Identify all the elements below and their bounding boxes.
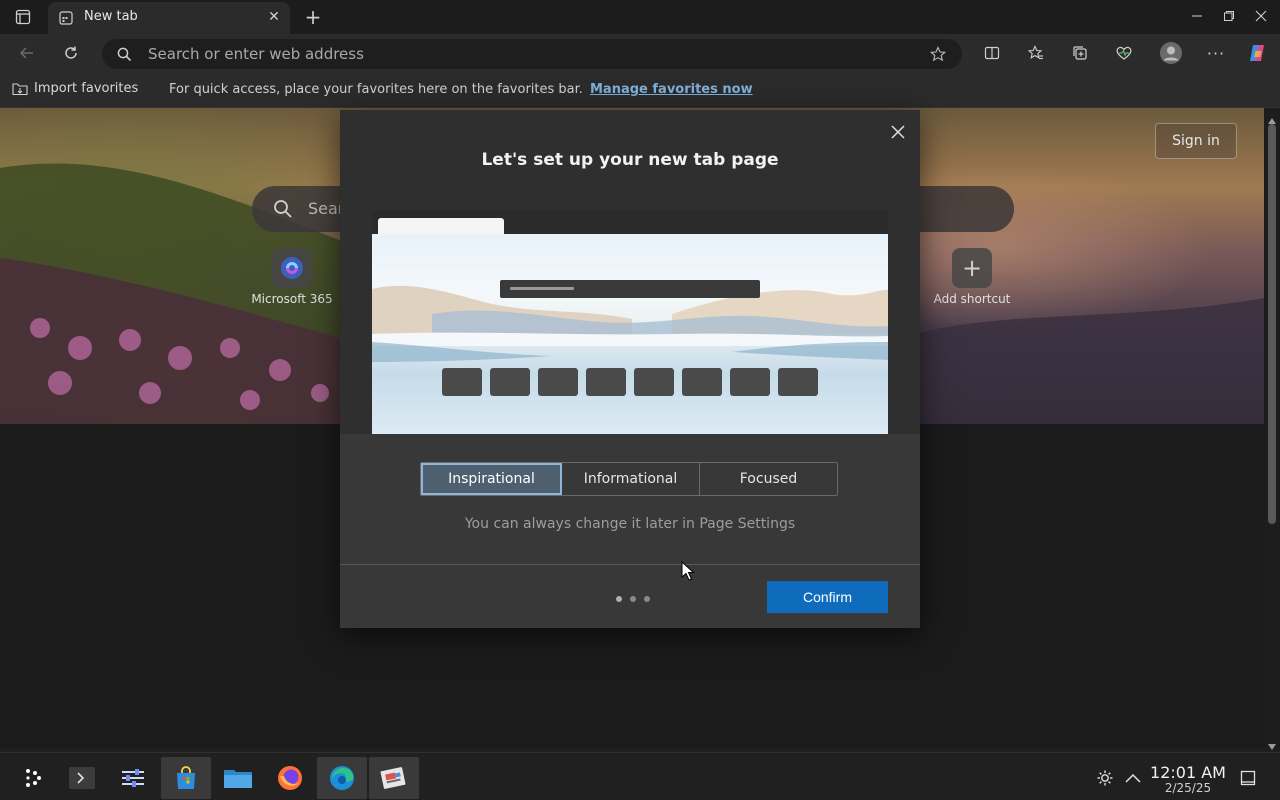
preview-shortcut-tile	[682, 368, 722, 396]
navigation-toolbar: ···	[0, 34, 1280, 72]
favorite-star-icon[interactable]	[928, 45, 948, 63]
dialog-title: Let's set up your new tab page	[481, 150, 779, 170]
preview-landscape-art	[372, 285, 888, 362]
search-icon	[116, 46, 132, 62]
newtab-favicon-icon	[58, 10, 74, 26]
edge-icon[interactable]	[317, 757, 367, 799]
settings-icon[interactable]	[108, 757, 158, 799]
tray-expand-icon[interactable]	[1124, 769, 1142, 787]
preview-shortcut-tile	[634, 368, 674, 396]
firefox-icon[interactable]	[265, 757, 315, 799]
step-dot	[644, 596, 650, 602]
layout-preview	[372, 210, 888, 434]
minimize-icon[interactable]	[1188, 6, 1206, 26]
step-indicator	[616, 596, 650, 602]
dialog-close-icon[interactable]	[888, 122, 908, 142]
preview-search-box	[500, 280, 760, 298]
option-focused[interactable]: Focused	[700, 463, 837, 495]
preview-shortcut-tile	[586, 368, 626, 396]
import-favorites-icon	[12, 82, 28, 95]
scroll-thumb[interactable]	[1268, 124, 1276, 524]
split-screen-icon[interactable]	[982, 43, 1002, 63]
settings-hint: You can always change it later in Page S…	[464, 516, 796, 532]
store-icon[interactable]	[161, 757, 211, 799]
more-options-icon[interactable]: ···	[1206, 43, 1226, 63]
back-icon[interactable]	[16, 43, 38, 63]
preview-tab	[378, 218, 504, 234]
show-desktop-icon[interactable]	[1238, 769, 1258, 787]
scroll-up-icon[interactable]	[1267, 110, 1277, 124]
confirm-button[interactable]: Confirm	[767, 581, 888, 613]
file-manager-icon[interactable]	[213, 757, 263, 799]
import-favorites-label: Import favorites	[34, 81, 139, 96]
preview-search-text-line	[510, 287, 574, 290]
plus-icon: +	[952, 248, 992, 288]
collections-icon[interactable]	[1070, 43, 1090, 63]
web-search-icon	[272, 198, 294, 220]
tab-title: New tab	[84, 9, 138, 24]
new-tab-setup-dialog: Let's set up your new tab page Inspirati…	[340, 110, 920, 628]
preview-shortcut-tile	[490, 368, 530, 396]
clock-time[interactable]: 12:01 AM	[1150, 763, 1226, 782]
preview-shortcut-tile	[778, 368, 818, 396]
favorites-bar: Import favorites For quick access, place…	[0, 72, 1280, 108]
tab-actions-icon[interactable]	[12, 7, 34, 27]
layout-option-group: Inspirational Informational Focused	[420, 462, 838, 496]
scroll-down-icon[interactable]	[1267, 736, 1277, 750]
new-tab-button[interactable]: +	[302, 5, 324, 29]
preview-landscape	[372, 234, 888, 434]
shortcut-label: Microsoft 365	[251, 292, 333, 306]
address-bar[interactable]	[102, 39, 962, 69]
favorites-icon[interactable]	[1026, 43, 1046, 63]
step-dot	[616, 596, 622, 602]
address-input[interactable]	[148, 43, 908, 65]
page-scrollbar[interactable]	[1264, 108, 1280, 750]
shortcut-label: Add shortcut	[933, 292, 1011, 306]
tab-close-icon[interactable]: ✕	[266, 9, 282, 25]
sign-in-button[interactable]: Sign in	[1155, 123, 1237, 159]
taskbar: 12:01 AM 2/25/25	[0, 752, 1280, 800]
restore-icon[interactable]	[1220, 6, 1238, 26]
mouse-cursor-icon	[681, 560, 695, 581]
option-inspirational[interactable]: Inspirational	[421, 463, 562, 495]
tab-new-tab[interactable]: New tab ✕	[48, 2, 290, 34]
start-icon[interactable]	[8, 757, 58, 799]
preview-shortcut-tile	[730, 368, 770, 396]
clock-date[interactable]: 2/25/25	[1150, 781, 1226, 795]
profile-avatar-icon[interactable]	[1158, 40, 1184, 66]
copilot-icon[interactable]	[1246, 42, 1268, 64]
browser-essentials-icon[interactable]	[1114, 43, 1134, 63]
preview-shortcut-tile	[442, 368, 482, 396]
refresh-icon[interactable]	[60, 43, 82, 63]
title-bar: New tab ✕ +	[0, 0, 1280, 34]
brightness-icon[interactable]	[1096, 769, 1114, 787]
dialog-divider	[340, 564, 920, 565]
favorites-bar-message: For quick access, place your favorites h…	[169, 82, 583, 97]
manage-favorites-link[interactable]: Manage favorites now	[590, 82, 753, 97]
dialog-options-area: Inspirational Informational Focused You …	[340, 434, 920, 628]
preview-tab-strip	[372, 210, 888, 234]
import-favorites-button[interactable]: Import favorites	[12, 81, 138, 96]
step-dot	[630, 596, 636, 602]
option-informational[interactable]: Informational	[562, 463, 700, 495]
add-shortcut-button[interactable]: + Add shortcut	[922, 248, 1022, 308]
close-window-icon[interactable]	[1252, 6, 1270, 26]
web-search-placeholder: Sear	[308, 199, 345, 218]
preview-shortcut-tile	[538, 368, 578, 396]
app-icon[interactable]	[369, 757, 419, 799]
microsoft-365-icon	[272, 248, 312, 288]
shortcut-microsoft-365[interactable]: Microsoft 365	[242, 248, 342, 308]
terminal-icon[interactable]	[57, 757, 107, 799]
